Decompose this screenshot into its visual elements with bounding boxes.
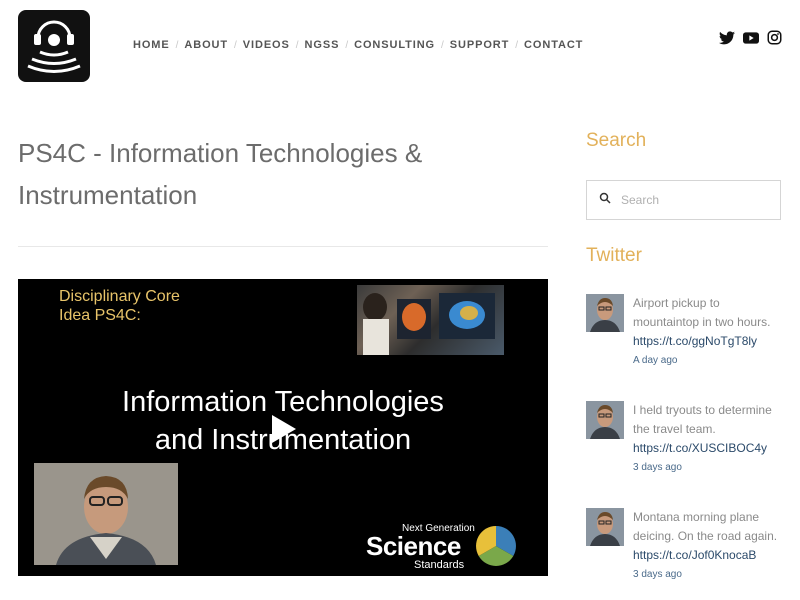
ngss-logo: Next Generation Science Standards: [366, 523, 516, 573]
ngss-pie-icon: [476, 526, 516, 566]
video-subtitle-line2: Idea PS4C:: [59, 307, 141, 324]
nav-separator: /: [295, 39, 299, 51]
video-subtitle-line1: Disciplinary Core: [59, 288, 180, 305]
search-input[interactable]: [621, 193, 771, 207]
video-subtitle: Disciplinary Core Idea PS4C:: [59, 287, 180, 325]
tweet-text: Airport pickup to mountaintop in two hou…: [633, 296, 771, 329]
lab-photo: [357, 285, 504, 355]
twitter-icon[interactable]: [719, 30, 735, 45]
tweet-link[interactable]: https://t.co/XUSCIBOC4y: [633, 439, 783, 458]
tweet-link[interactable]: https://t.co/Jof0KnocaB: [633, 546, 783, 565]
headphones-signal-icon: [27, 20, 81, 73]
title-divider: [18, 246, 548, 247]
twitter-widget-title: Twitter: [586, 245, 642, 266]
tweet-body: Montana morning plane deicing. On the ro…: [633, 508, 783, 585]
nav-about[interactable]: ABOUT: [184, 39, 228, 51]
social-links: [719, 30, 782, 45]
ngss-logo-bottom: Standards: [414, 559, 465, 571]
tweet-time[interactable]: 3 days ago: [633, 565, 783, 585]
nav-ngss[interactable]: NGSS: [305, 39, 340, 51]
tweet-time[interactable]: 3 days ago: [633, 458, 783, 478]
video-player[interactable]: Disciplinary Core Idea PS4C: Information…: [18, 279, 548, 576]
main-nav: HOME / ABOUT / VIDEOS / NGSS / CONSULTIN…: [133, 39, 583, 51]
nav-separator: /: [175, 39, 179, 51]
tweet-body: I held tryouts to determine the travel t…: [633, 401, 783, 478]
nav-separator: /: [234, 39, 237, 51]
tweet-link[interactable]: https://t.co/ggNoTgT8ly: [633, 332, 783, 351]
nav-consulting[interactable]: CONSULTING: [354, 39, 435, 51]
nav-support[interactable]: SUPPORT: [450, 39, 509, 51]
tweet-avatar[interactable]: [586, 508, 624, 546]
tweet-avatar[interactable]: [586, 401, 624, 439]
site-logo[interactable]: [18, 10, 90, 82]
tweet-time[interactable]: A day ago: [633, 351, 783, 371]
nav-home[interactable]: HOME: [133, 39, 170, 51]
nav-separator: /: [515, 39, 519, 51]
tweet-body: Airport pickup to mountaintop in two hou…: [633, 294, 783, 371]
nav-separator: /: [441, 39, 444, 51]
ngss-logo-main: Science: [366, 531, 461, 561]
tweet-text: I held tryouts to determine the travel t…: [633, 403, 772, 436]
nav-contact[interactable]: CONTACT: [524, 39, 583, 51]
page-title: PS4C - Information Technologies & Instru…: [18, 138, 423, 210]
nav-videos[interactable]: VIDEOS: [243, 39, 290, 51]
play-icon[interactable]: [268, 413, 298, 450]
search-icon: [599, 191, 611, 209]
instagram-icon[interactable]: [767, 30, 782, 45]
search-box: [586, 180, 781, 220]
nav-separator: /: [345, 39, 349, 51]
tweet-avatar[interactable]: [586, 294, 624, 332]
tweet-text: Montana morning plane deicing. On the ro…: [633, 510, 778, 543]
youtube-icon[interactable]: [743, 31, 759, 44]
presenter-photo: [34, 463, 178, 565]
search-widget-title: Search: [586, 130, 647, 151]
